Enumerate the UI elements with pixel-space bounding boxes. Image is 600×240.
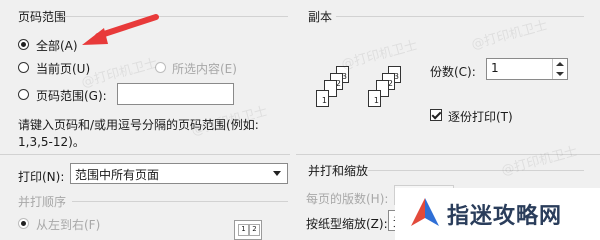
spinner-down-icon[interactable] xyxy=(556,72,564,76)
scale-to-paper-label: 按纸型缩放(Z): xyxy=(306,217,388,231)
pages-per-sheet-label: 每页的版数(H): xyxy=(306,192,389,206)
collate-label[interactable]: 逐份打印(T) xyxy=(448,108,513,125)
order-divider xyxy=(72,201,288,202)
copies-count-spinner[interactable]: 1 xyxy=(486,58,568,80)
print-what-label: 打印(N): xyxy=(18,170,65,184)
page-range-input[interactable] xyxy=(117,83,234,105)
copies-group-title: 副本 xyxy=(306,8,335,25)
order-preview-icon: 1 2 xyxy=(234,220,262,240)
left-section-divider xyxy=(0,154,290,155)
print-what-select[interactable]: 范围中所有页面 xyxy=(70,163,288,184)
copies-divider xyxy=(336,16,584,17)
page-range-hint-line2: 1,3,5-12)。 xyxy=(18,135,85,149)
brand-overlay: 指迷攻略网 xyxy=(395,188,600,240)
copies-count-value: 1 xyxy=(491,61,499,75)
zoom-group-title: 并打和缩放 xyxy=(306,162,371,179)
order-group-title: 并打顺序 xyxy=(16,193,69,210)
page-range-radio[interactable] xyxy=(18,89,29,100)
watermark-text: @打印机卫士 xyxy=(469,18,550,53)
zoom-divider xyxy=(368,170,584,171)
watermark-text: @打印机卫士 xyxy=(499,144,580,179)
all-pages-label[interactable]: 全部(A) xyxy=(36,37,78,54)
collated-pages-icon: 3 2 1 xyxy=(368,60,428,115)
brand-logo-icon xyxy=(411,198,439,226)
copies-spinner-buttons[interactable] xyxy=(552,59,567,79)
chevron-down-icon[interactable] xyxy=(273,171,281,176)
left-to-right-radio[interactable] xyxy=(18,218,29,229)
page-range-label[interactable]: 页码范围(G): xyxy=(36,87,107,104)
annotation-arrow-icon xyxy=(82,14,159,45)
spinner-up-icon[interactable] xyxy=(556,62,564,66)
selection-label[interactable]: 所选内容(E) xyxy=(172,60,237,77)
collate-checkbox[interactable] xyxy=(430,109,442,121)
left-to-right-label[interactable]: 从左到右(F) xyxy=(36,216,100,233)
all-pages-radio[interactable] xyxy=(18,39,29,50)
copies-count-label: 份数(C): xyxy=(430,65,476,79)
brand-name: 指迷攻略网 xyxy=(447,204,563,229)
print-what-value: 范围中所有页面 xyxy=(75,168,160,182)
current-page-radio[interactable] xyxy=(18,62,29,73)
